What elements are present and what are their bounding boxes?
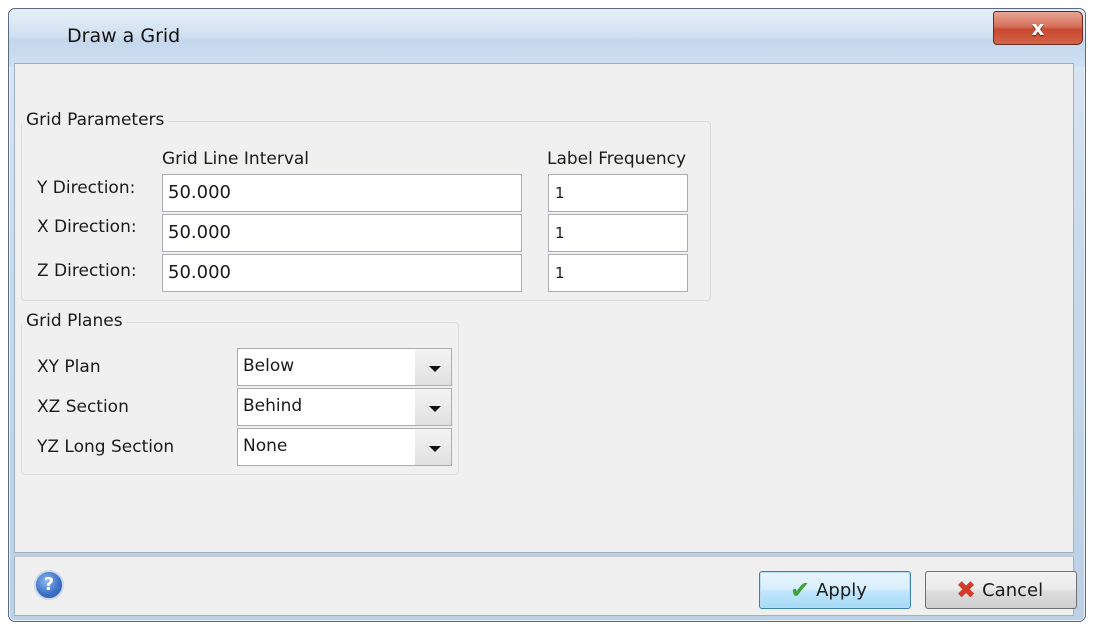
- chevron-down-icon: [429, 366, 441, 372]
- z-interval-input[interactable]: 50.000: [162, 254, 522, 292]
- close-icon: x: [1031, 16, 1045, 40]
- grid-line-interval-header: Grid Line Interval: [162, 149, 310, 169]
- yz-long-section-label: YZ Long Section: [37, 437, 175, 457]
- help-icon[interactable]: ?: [34, 570, 64, 600]
- z-frequency-input[interactable]: 1: [548, 254, 688, 292]
- chevron-down-icon: [429, 446, 441, 452]
- x-frequency-input[interactable]: 1: [548, 214, 688, 252]
- apply-button[interactable]: ✔ Apply: [759, 571, 911, 609]
- x-interval-input[interactable]: 50.000: [162, 214, 522, 252]
- xz-section-dropdown-button[interactable]: [415, 389, 451, 425]
- close-button[interactable]: x: [993, 11, 1083, 45]
- grid-parameters-title: Grid Parameters: [22, 110, 169, 130]
- cross-icon: ✖: [956, 576, 977, 604]
- checkmark-icon: ✔: [790, 576, 811, 604]
- button-bar: ? ✔ Apply ✖ Cancel: [14, 556, 1077, 616]
- xy-plan-dropdown-button[interactable]: [415, 349, 451, 385]
- xz-section-select[interactable]: Behind: [237, 388, 452, 426]
- xz-section-label: XZ Section: [37, 397, 129, 417]
- window-title: Draw a Grid: [67, 25, 181, 47]
- cancel-label: Cancel: [982, 579, 1044, 601]
- apply-label: Apply: [816, 579, 867, 601]
- yz-long-section-dropdown-button[interactable]: [415, 429, 451, 465]
- xz-section-value: Behind: [243, 396, 303, 416]
- x-direction-label: X Direction:: [37, 217, 137, 237]
- z-direction-label: Z Direction:: [37, 261, 137, 281]
- chevron-down-icon: [429, 406, 441, 412]
- y-frequency-input[interactable]: 1: [548, 174, 688, 212]
- xy-plan-select[interactable]: Below: [237, 348, 452, 386]
- grid-planes-title: Grid Planes: [22, 311, 127, 331]
- yz-long-section-value: None: [243, 436, 288, 456]
- cancel-button[interactable]: ✖ Cancel: [925, 571, 1077, 609]
- y-interval-input[interactable]: 50.000: [162, 174, 522, 212]
- dialog-content: Grid Parameters Grid Line Interval Label…: [14, 63, 1074, 553]
- xy-plan-label: XY Plan: [37, 357, 101, 377]
- xy-plan-value: Below: [243, 356, 295, 376]
- y-direction-label: Y Direction:: [37, 178, 136, 198]
- label-frequency-header: Label Frequency: [547, 149, 687, 169]
- yz-long-section-select[interactable]: None: [237, 428, 452, 466]
- title-bar[interactable]: Draw a Grid x: [9, 9, 1085, 67]
